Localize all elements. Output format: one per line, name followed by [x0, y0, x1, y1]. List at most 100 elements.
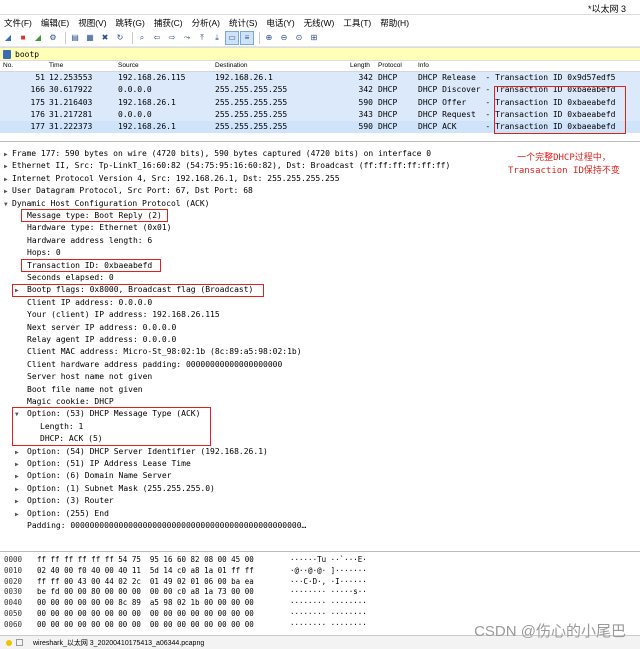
hex-ascii[interactable]: ········ ········ — [290, 620, 367, 630]
expand-arrow-icon[interactable]: ▶ — [15, 459, 23, 471]
expand-arrow-icon[interactable]: ▶ — [15, 496, 23, 508]
expand-arrow-icon[interactable]: ▶ — [4, 186, 12, 198]
hex-ascii[interactable]: ········ ········ — [290, 598, 367, 608]
hex-offset[interactable]: 0050 — [4, 609, 22, 619]
field-relay-agent[interactable]: Relay agent IP address: 0.0.0.0 — [27, 334, 176, 346]
last-packet-icon[interactable]: ⤓ — [211, 32, 223, 44]
hex-bytes[interactable]: ff ff 00 43 00 44 02 2c 01 49 02 01 06 0… — [37, 577, 254, 587]
menu-help[interactable]: 帮助(H) — [380, 17, 409, 29]
col-header-protocol[interactable]: Protocol — [378, 62, 402, 69]
field-client-mac[interactable]: Client MAC address: Micro-St_98:02:1b (8… — [27, 346, 302, 358]
start-capture-icon[interactable]: ◢ — [2, 32, 14, 44]
zoom-reset-icon[interactable]: ⊙ — [293, 32, 305, 44]
tree-ethernet[interactable]: ▶ Ethernet II, Src: Tp-LinkT_16:60:82 (54… — [4, 160, 450, 172]
bookmark-icon[interactable] — [3, 49, 11, 59]
expand-arrow-icon[interactable]: ▶ — [15, 509, 23, 521]
hex-offset[interactable]: 0020 — [4, 577, 22, 587]
expand-arrow-icon[interactable]: ▶ — [4, 174, 12, 186]
restart-capture-icon[interactable]: ◢ — [32, 32, 44, 44]
expand-arrow-icon[interactable]: ▶ — [15, 484, 23, 496]
menu-go[interactable]: 跳转(G) — [116, 17, 145, 29]
first-packet-icon[interactable]: ⤒ — [196, 32, 208, 44]
menu-capture[interactable]: 捕获(C) — [154, 17, 183, 29]
col-header-destination[interactable]: Destination — [215, 62, 248, 69]
hex-ascii[interactable]: ·@··@·@· ]······· — [290, 566, 367, 576]
tree-option-51[interactable]: ▶ Option: (51) IP Address Lease Time — [15, 458, 191, 470]
menu-file[interactable]: 文件(F) — [4, 17, 32, 29]
col-header-info[interactable]: Info — [418, 62, 429, 69]
hex-offset[interactable]: 0060 — [4, 620, 22, 630]
hex-bytes[interactable]: ff ff ff ff ff ff 54 75 95 16 60 82 08 0… — [37, 555, 254, 565]
capture-comment-icon[interactable] — [16, 639, 23, 646]
col-header-length[interactable]: Length — [350, 62, 370, 69]
field-hw-padding[interactable]: Client hardware address padding: 0000000… — [27, 359, 282, 371]
tree-option-1[interactable]: ▶ Option: (1) Subnet Mask (255.255.255.0) — [15, 483, 215, 495]
find-packet-icon[interactable]: ⌕ — [136, 32, 148, 44]
status-indicator-icon[interactable] — [6, 639, 12, 646]
hex-ascii[interactable]: ········ ·····s·· — [290, 587, 367, 597]
tree-udp[interactable]: ▶ User Datagram Protocol, Src Port: 67, D… — [4, 185, 253, 197]
expand-arrow-icon[interactable]: ▶ — [4, 149, 12, 161]
zoom-in-icon[interactable]: ⊕ — [263, 32, 275, 44]
col-header-source[interactable]: Source — [118, 62, 139, 69]
packet-no: 166 — [30, 85, 45, 95]
field-next-server[interactable]: Next server IP address: 0.0.0.0 — [27, 322, 176, 334]
field-seconds-elapsed[interactable]: Seconds elapsed: 0 — [27, 272, 114, 284]
hex-ascii[interactable]: ········ ········ — [290, 609, 367, 619]
hex-ascii[interactable]: ···C·D·, ·I······ — [290, 577, 367, 587]
tree-option-54[interactable]: ▶ Option: (54) DHCP Server Identifier (19… — [15, 446, 268, 458]
field-hops[interactable]: Hops: 0 — [27, 247, 61, 259]
reload-file-icon[interactable]: ↻ — [114, 32, 126, 44]
menu-wireless[interactable]: 无线(W) — [304, 17, 335, 29]
tree-dhcp[interactable]: ▼ Dynamic Host Configuration Protocol (AC… — [4, 198, 209, 210]
col-header-time[interactable]: Time — [49, 62, 63, 69]
close-file-icon[interactable]: ✖ — [99, 32, 111, 44]
capture-options-icon[interactable]: ⚙ — [47, 32, 59, 44]
hex-ascii[interactable]: ······Tu ··`···E· — [290, 555, 367, 565]
packet-row[interactable]: 51 12.253553 192.168.26.115 192.168.26.1 342… — [0, 72, 640, 85]
col-header-no[interactable]: No. — [3, 62, 13, 69]
expand-arrow-icon[interactable]: ▶ — [4, 161, 12, 173]
field-hardware-length[interactable]: Hardware address length: 6 — [27, 235, 152, 247]
tree-option-255[interactable]: ▶ Option: (255) End — [15, 508, 109, 520]
tree-ip[interactable]: ▶ Internet Protocol Version 4, Src: 192.1… — [4, 173, 340, 185]
menu-view[interactable]: 视图(V) — [78, 17, 106, 29]
collapse-arrow-icon[interactable]: ▼ — [4, 199, 12, 211]
menu-statistics[interactable]: 统计(S) — [229, 17, 257, 29]
go-forward-icon[interactable]: ⇨ — [166, 32, 178, 44]
auto-scroll-icon[interactable]: ▭ — [225, 31, 239, 45]
open-file-icon[interactable]: ▤ — [69, 32, 81, 44]
tree-option-6[interactable]: ▶ Option: (6) Domain Name Server — [15, 470, 172, 482]
colorize-icon[interactable]: ≡ — [240, 31, 254, 45]
save-file-icon[interactable]: ▦ — [84, 32, 96, 44]
go-back-icon[interactable]: ⇦ — [151, 32, 163, 44]
expand-arrow-icon[interactable]: ▶ — [15, 471, 23, 483]
field-hardware-type[interactable]: Hardware type: Ethernet (0x01) — [27, 222, 172, 234]
hex-offset[interactable]: 0030 — [4, 587, 22, 597]
field-server-host[interactable]: Server host name not given — [27, 371, 152, 383]
menu-analyze[interactable]: 分析(A) — [192, 17, 220, 29]
menu-tools[interactable]: 工具(T) — [343, 17, 371, 29]
menu-edit[interactable]: 编辑(E) — [41, 17, 69, 29]
field-padding[interactable]: Padding: 0000000000000000000000000000000… — [27, 520, 306, 532]
field-client-ip[interactable]: Client IP address: 0.0.0.0 — [27, 297, 152, 309]
hex-bytes[interactable]: 02 40 00 f0 40 00 40 11 5d 14 c0 a8 1a 0… — [37, 566, 254, 576]
zoom-out-icon[interactable]: ⊖ — [278, 32, 290, 44]
field-your-ip[interactable]: Your (client) IP address: 192.168.26.115 — [27, 309, 220, 321]
tree-frame[interactable]: ▶ Frame 177: 590 bytes on wire (4720 bits… — [4, 148, 431, 160]
hex-offset[interactable]: 0010 — [4, 566, 22, 576]
expand-arrow-icon[interactable]: ▶ — [15, 447, 23, 459]
hex-bytes[interactable]: 00 00 00 00 00 00 8c 89 a5 98 02 1b 00 0… — [37, 598, 254, 608]
hex-bytes[interactable]: 00 00 00 00 00 00 00 00 00 00 00 00 00 0… — [37, 609, 254, 619]
menu-telephony[interactable]: 电话(Y) — [266, 17, 294, 29]
hex-bytes[interactable]: be fd 00 00 80 00 00 00 00 00 c0 a8 1a 7… — [37, 587, 254, 597]
go-to-packet-icon[interactable]: ⤳ — [181, 32, 193, 44]
hex-offset[interactable]: 0040 — [4, 598, 22, 608]
hex-bytes[interactable]: 00 00 00 00 00 00 00 00 00 00 00 00 00 0… — [37, 620, 254, 630]
tree-option-3[interactable]: ▶ Option: (3) Router — [15, 495, 114, 507]
display-filter-input[interactable] — [15, 48, 615, 60]
resize-columns-icon[interactable]: ⊞ — [308, 32, 320, 44]
hex-offset[interactable]: 0000 — [4, 555, 22, 565]
field-boot-file[interactable]: Boot file name not given — [27, 384, 143, 396]
stop-capture-icon[interactable]: ■ — [17, 32, 29, 44]
